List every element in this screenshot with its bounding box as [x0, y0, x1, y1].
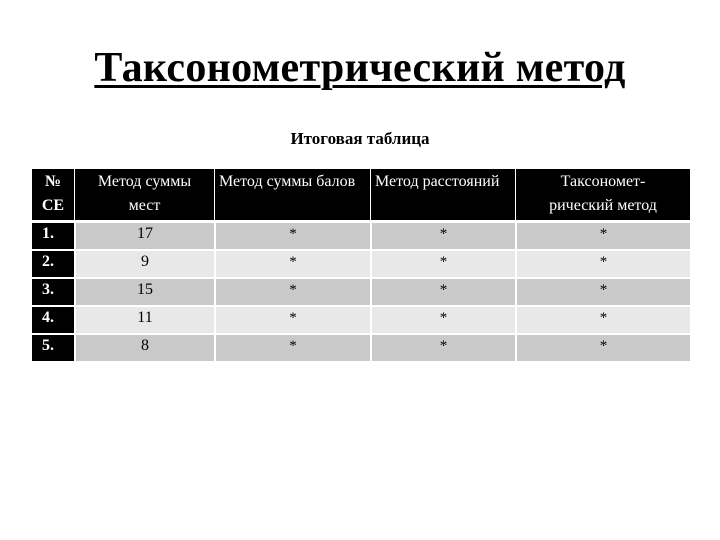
row-number: 4. [32, 307, 74, 335]
summary-table: № СЕ Метод суммы мест Метод суммы балов … [32, 169, 690, 363]
cell-sum-of-scores: * [214, 251, 370, 279]
cell-distance-method: * [370, 223, 515, 251]
header-sum-of-scores: Метод суммы балов [214, 169, 370, 223]
cell-sum-of-scores: * [214, 335, 370, 363]
cell-distance-method: * [370, 251, 515, 279]
header-number: № СЕ [32, 169, 74, 223]
header-sum-of-places-line1: Метод суммы [97, 173, 192, 190]
row-number: 2. [32, 251, 74, 279]
slide-title: Таксонометрический метод [94, 45, 626, 91]
cell-sum-of-scores: * [214, 279, 370, 307]
cell-sum-of-places: 8 [74, 335, 214, 363]
cell-sum-of-places: 11 [74, 307, 214, 335]
header-taxonometric-line2: рический метод [549, 197, 657, 214]
cell-sum-of-scores: * [214, 307, 370, 335]
header-sum-of-places: Метод суммы мест [74, 169, 214, 223]
table-row: 3. 15 * * * [32, 279, 690, 307]
cell-taxonometric-method: * [515, 335, 690, 363]
header-distance-method: Метод расстояний [370, 169, 515, 223]
cell-distance-method: * [370, 307, 515, 335]
cell-taxonometric-method: * [515, 279, 690, 307]
table-row: 1. 17 * * * [32, 223, 690, 251]
cell-distance-method: * [370, 335, 515, 363]
header-number-line2: СЕ [41, 197, 65, 214]
header-taxonometric-line1: Таксономет- [560, 173, 646, 190]
table-caption: Итоговая таблица [290, 129, 430, 148]
cell-sum-of-places: 9 [74, 251, 214, 279]
row-number: 5. [32, 335, 74, 363]
cell-distance-method: * [370, 279, 515, 307]
cell-taxonometric-method: * [515, 251, 690, 279]
header-distance-method-line1: Метод расстояний [375, 173, 500, 190]
header-taxonometric-method: Таксономет- рический метод [515, 169, 690, 223]
cell-taxonometric-method: * [515, 223, 690, 251]
row-number: 1. [32, 223, 74, 251]
table-row: 2. 9 * * * [32, 251, 690, 279]
cell-sum-of-scores: * [214, 223, 370, 251]
cell-taxonometric-method: * [515, 307, 690, 335]
table-row: 5. 8 * * * [32, 335, 690, 363]
header-sum-of-places-line2: мест [128, 197, 161, 214]
cell-sum-of-places: 15 [74, 279, 214, 307]
cell-sum-of-places: 17 [74, 223, 214, 251]
table-row: 4. 11 * * * [32, 307, 690, 335]
header-row: № СЕ Метод суммы мест Метод суммы балов … [32, 169, 690, 223]
header-number-line1: № [44, 173, 62, 190]
header-sum-of-scores-line1: Метод суммы балов [219, 173, 356, 190]
row-number: 3. [32, 279, 74, 307]
